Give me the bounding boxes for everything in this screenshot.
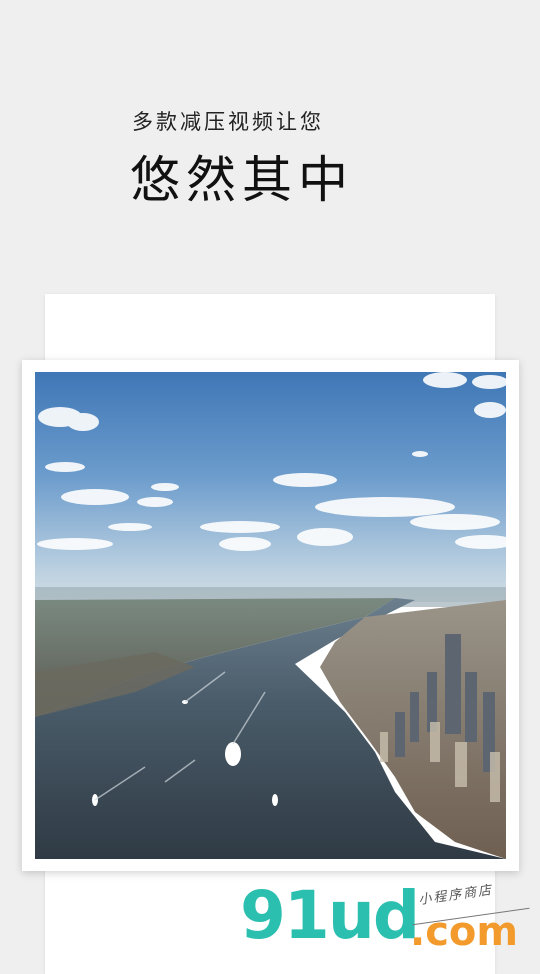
photo-frame (22, 360, 519, 871)
watermark-logo-text: 91ud (240, 877, 420, 954)
city-river-aerial-photo (35, 372, 506, 859)
site-watermark: 91ud .com 小程序商店 (240, 880, 540, 960)
watermark-tagline: 小程序商店 (417, 882, 494, 909)
headline-text: 悠然其中 (130, 151, 354, 209)
watermark-domain-suffix: .com (410, 909, 519, 955)
subtitle-text: 多款减压视频让您 (132, 110, 324, 134)
